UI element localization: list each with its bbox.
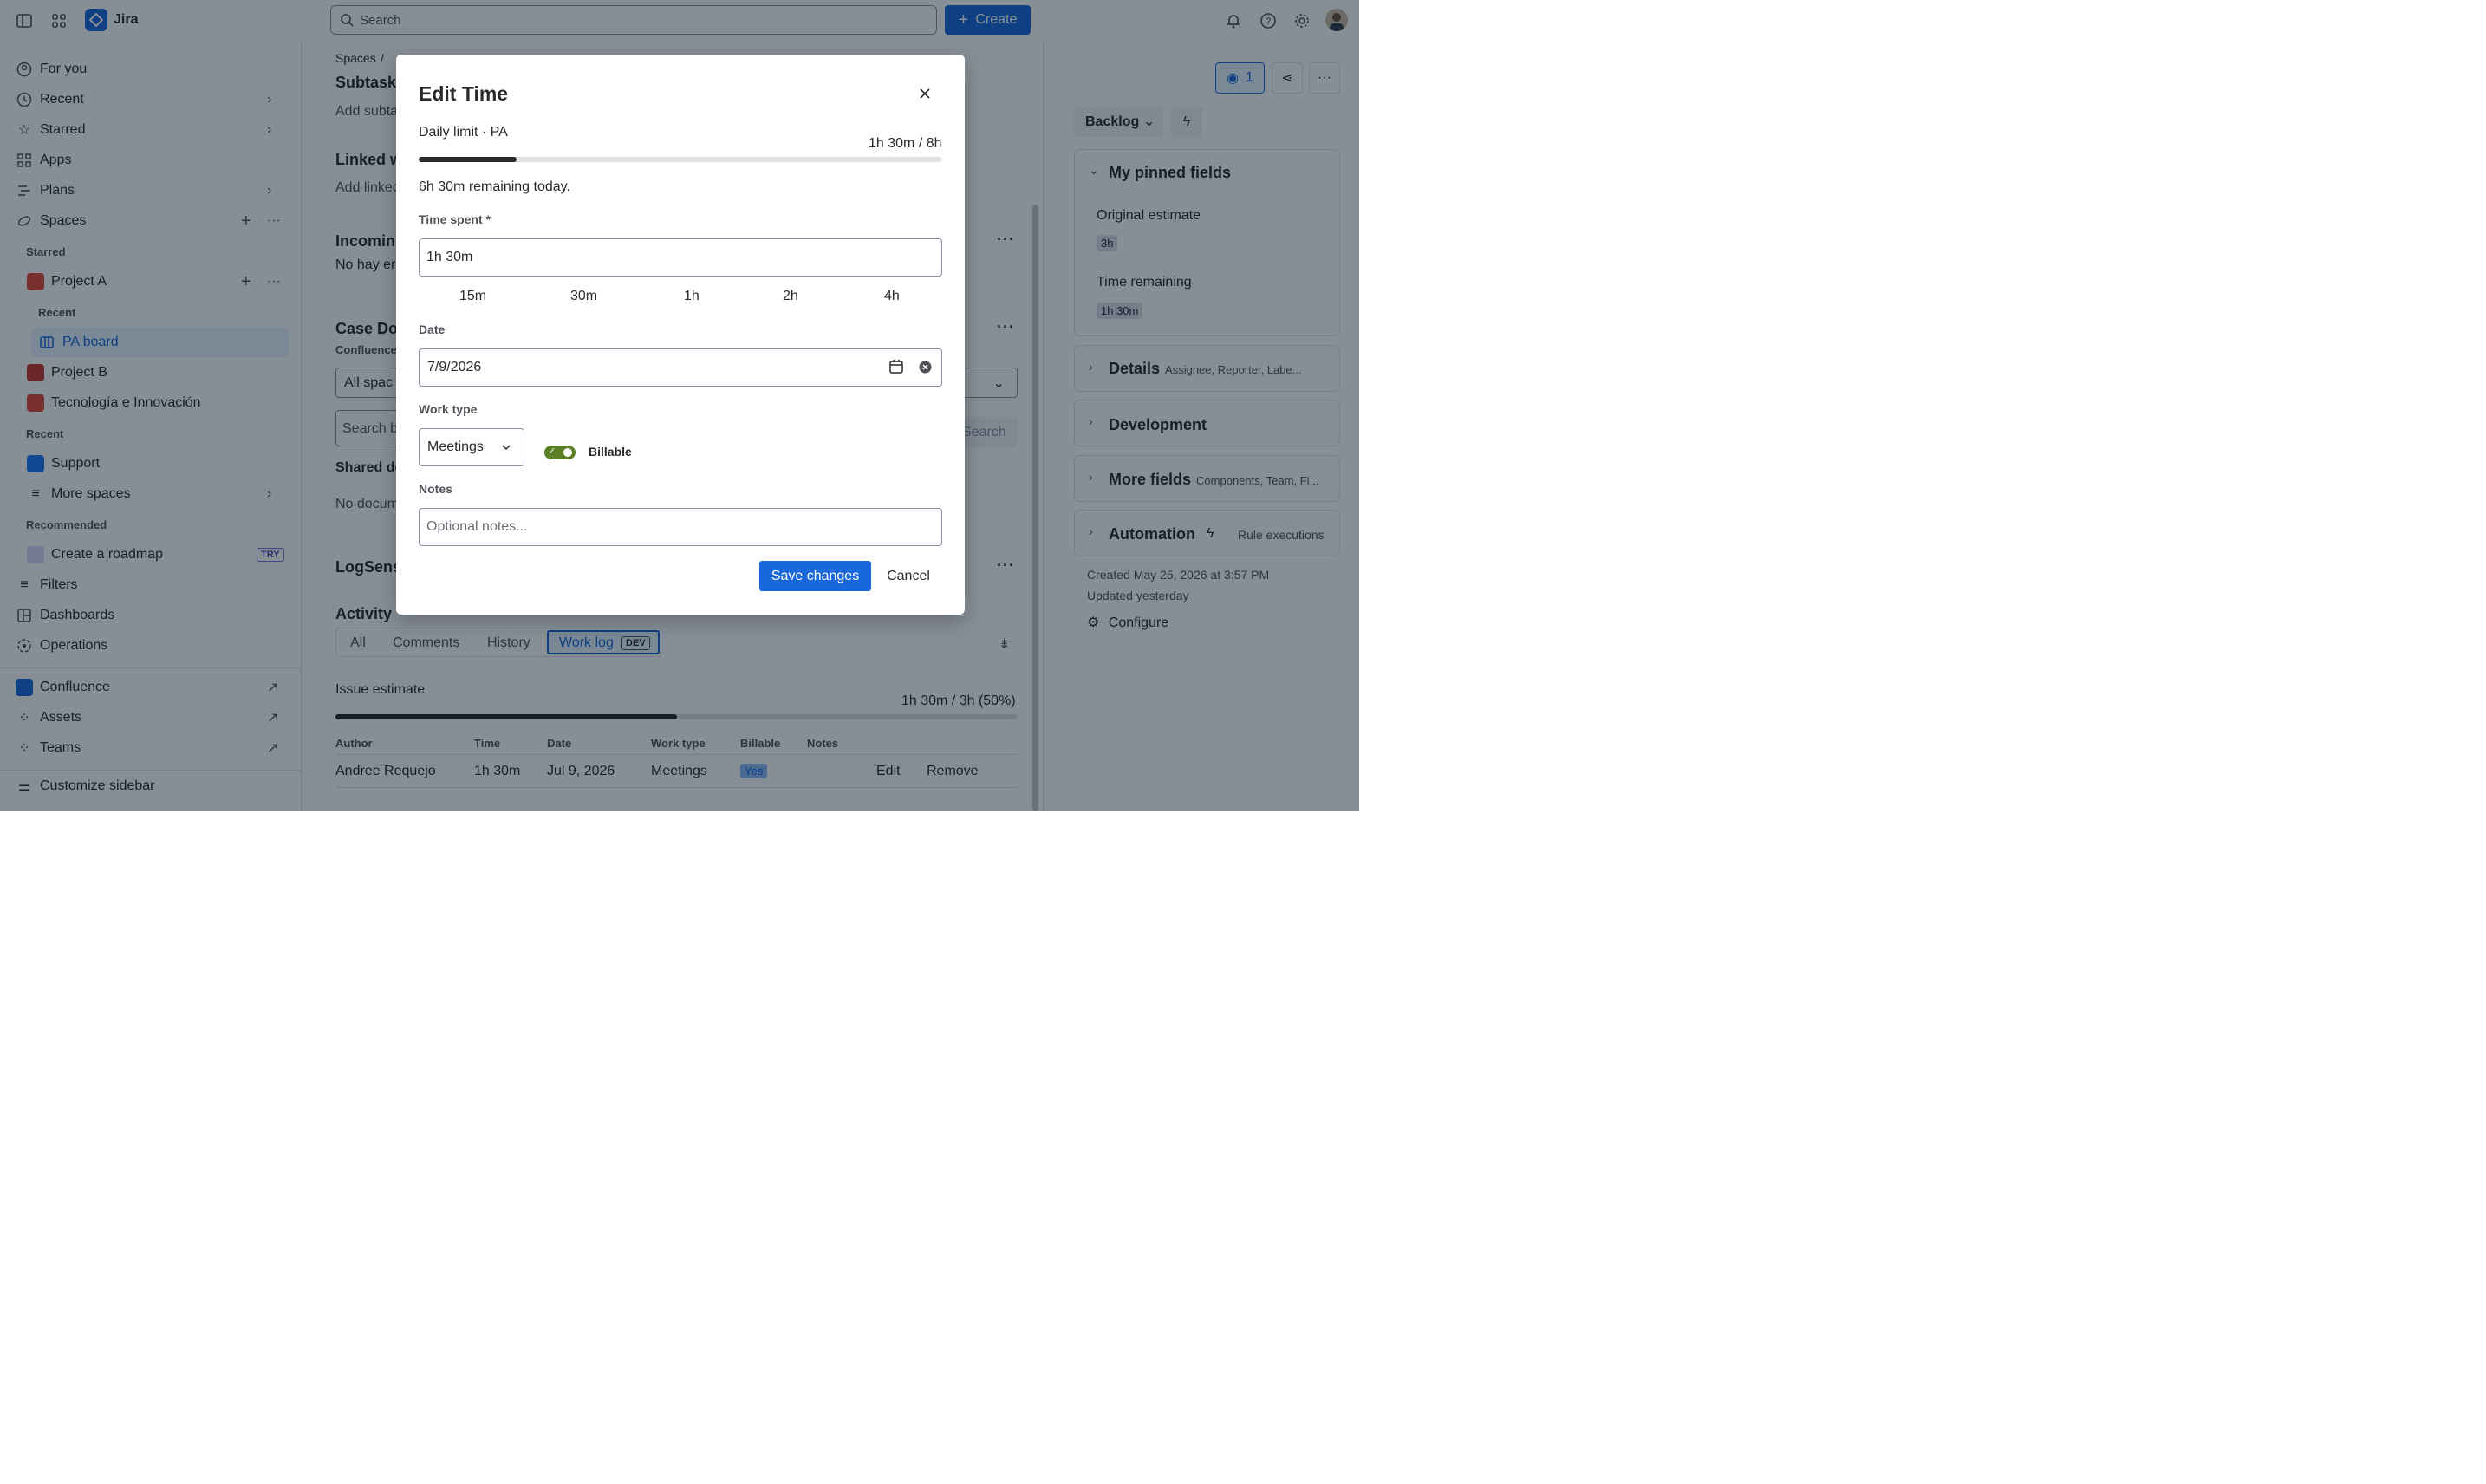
billable-toggle[interactable]: ✓ <box>544 446 576 459</box>
remaining-text: 6h 30m remaining today. <box>419 179 570 194</box>
date-label: Date <box>419 322 446 336</box>
daily-limit-progress <box>419 157 942 162</box>
notes-label: Notes <box>419 482 452 496</box>
toggle-knob <box>563 448 572 457</box>
close-icon[interactable] <box>914 83 935 104</box>
time-spent-input[interactable]: 1h 30m <box>419 238 942 277</box>
quick-time-15m[interactable]: 15m <box>459 289 486 304</box>
daily-limit-progress-fill <box>419 157 517 162</box>
daily-limit-label: Daily limit · PA <box>419 125 508 140</box>
edit-time-dialog: Edit Time Daily limit · PA 1h 30m / 8h 6… <box>396 55 965 615</box>
quick-time-2h[interactable]: 2h <box>783 289 798 304</box>
calendar-icon[interactable] <box>888 359 904 379</box>
daily-limit-value: 1h 30m / 8h <box>869 136 942 151</box>
billable-label: Billable <box>589 445 632 459</box>
chevron-down-icon <box>501 441 511 457</box>
cancel-label: Cancel <box>887 568 930 583</box>
cancel-button[interactable]: Cancel <box>876 561 940 591</box>
work-type-label: Work type <box>419 402 478 416</box>
dialog-title: Edit Time <box>419 82 509 105</box>
work-type-value: Meetings <box>427 439 484 454</box>
clear-date-icon[interactable] <box>919 361 932 378</box>
date-input[interactable]: 7/9/2026 <box>419 348 942 387</box>
quick-time-30m[interactable]: 30m <box>570 289 597 304</box>
time-spent-value: 1h 30m <box>426 250 473 264</box>
notes-input[interactable]: Optional notes... <box>419 508 942 546</box>
check-icon: ✓ <box>548 446 556 457</box>
work-type-select[interactable]: Meetings <box>419 428 524 466</box>
time-spent-label: Time spent * <box>419 212 491 226</box>
notes-placeholder: Optional notes... <box>426 519 528 534</box>
save-changes-button[interactable]: Save changes <box>759 561 871 591</box>
date-value: 7/9/2026 <box>427 360 482 374</box>
quick-time-1h[interactable]: 1h <box>684 289 700 304</box>
quick-time-4h[interactable]: 4h <box>884 289 900 304</box>
save-changes-label: Save changes <box>771 568 860 583</box>
